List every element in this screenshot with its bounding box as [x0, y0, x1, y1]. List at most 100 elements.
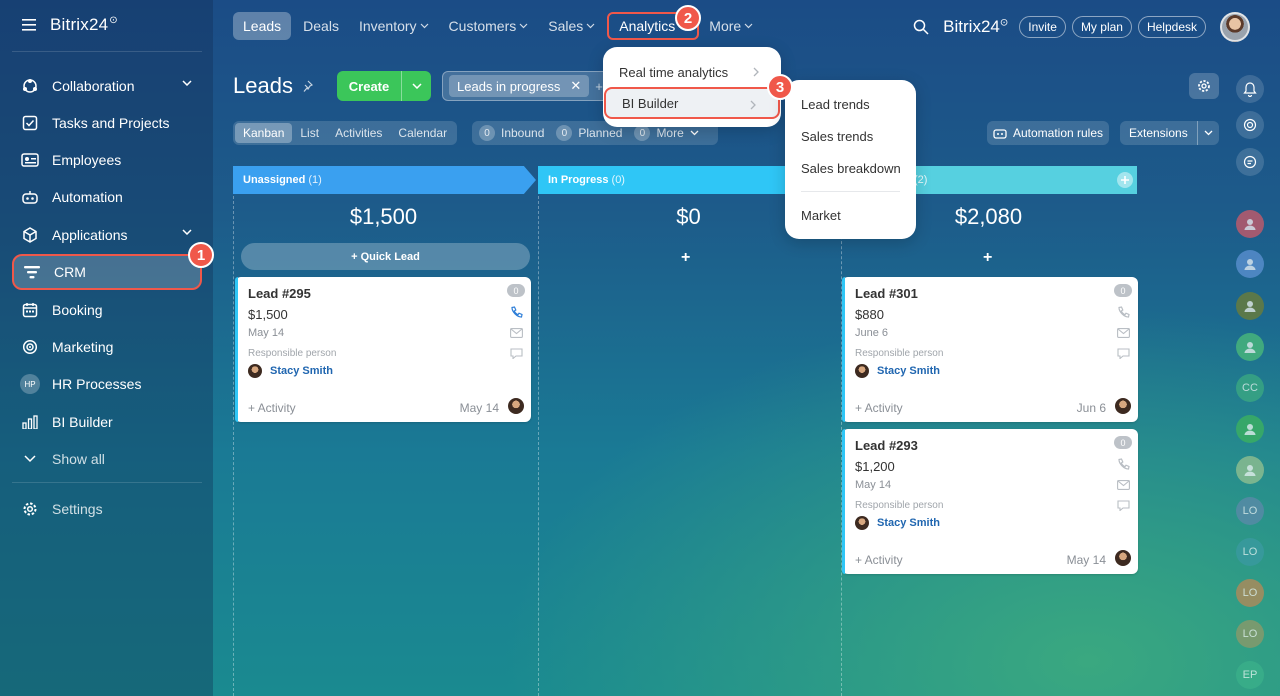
rail-avatar[interactable] [1236, 333, 1264, 361]
sidebar-show-all[interactable]: Show all [12, 441, 202, 477]
create-button[interactable]: Create [337, 71, 431, 101]
chat-icon[interactable] [1117, 348, 1130, 359]
menu-icon[interactable] [22, 19, 36, 31]
rail-avatar[interactable] [1236, 250, 1264, 278]
add-activity-link[interactable]: + Activity [855, 401, 903, 415]
app-logo[interactable]: Bitrix24⊙ [50, 15, 118, 35]
counter-inbound[interactable]: 0 Inbound [479, 125, 544, 141]
tab-customers[interactable]: Customers [439, 12, 539, 40]
filter-chip[interactable]: Leads in progress ✕ [449, 75, 590, 97]
mail-icon[interactable] [1117, 480, 1130, 490]
settings-button[interactable] [1189, 73, 1219, 99]
mail-icon[interactable] [510, 328, 523, 338]
rail-avatar[interactable] [1236, 415, 1264, 443]
stage-header[interactable]: Unassigned (1) [233, 166, 536, 194]
helpdesk-button[interactable]: Helpdesk [1137, 16, 1206, 38]
close-icon[interactable]: ✕ [570, 78, 581, 94]
chevron-down-icon[interactable] [1197, 121, 1219, 145]
automation-rules-button[interactable]: Automation rules [987, 121, 1109, 145]
pin-icon[interactable] [301, 80, 313, 92]
counter-more[interactable]: 0 More [634, 125, 699, 141]
chevron-down-icon[interactable] [401, 71, 431, 101]
view-calendar[interactable]: Calendar [390, 123, 455, 143]
add-item-icon[interactable]: + [681, 249, 690, 267]
tab-leads[interactable]: Leads [233, 12, 292, 40]
view-activities[interactable]: Activities [327, 123, 390, 143]
rail-avatar[interactable]: LO [1236, 579, 1264, 607]
tab-inventory[interactable]: Inventory [349, 12, 439, 40]
menu-item-sales-breakdown[interactable]: Sales breakdown [785, 152, 916, 184]
mail-icon[interactable] [1117, 328, 1130, 338]
add-stage-icon[interactable] [1117, 172, 1133, 188]
lead-card[interactable]: Lead #293 $1,200 May 14 Responsible pers… [842, 429, 1138, 574]
card-stripe [842, 277, 845, 422]
tab-label: Inventory [358, 18, 417, 34]
filter-chip-label: Leads in progress [457, 78, 561, 94]
callout-1: 1 [188, 242, 214, 268]
my-plan-button[interactable]: My plan [1071, 16, 1132, 38]
chat-icon[interactable] [510, 348, 523, 359]
menu-item-real-time-analytics[interactable]: Real time analytics [603, 56, 781, 88]
counter-value: 0 [634, 125, 651, 141]
lead-card[interactable]: Lead #301 $880 June 6 Responsible person… [842, 277, 1138, 422]
sidebar-item-booking[interactable]: Booking [12, 292, 202, 328]
phone-icon[interactable] [1117, 458, 1130, 471]
lead-card[interactable]: Lead #295 $1,500 May 14 Responsible pers… [235, 277, 531, 422]
sidebar-item-automation[interactable]: Automation [12, 179, 202, 215]
counter-planned[interactable]: 0 Planned [556, 125, 622, 141]
rail-avatar[interactable]: EP [1236, 661, 1264, 689]
menu-item-market[interactable]: Market [785, 199, 916, 231]
rail-avatar[interactable] [1236, 456, 1264, 484]
menu-item-bi-builder[interactable]: BI Builder [604, 87, 780, 119]
card-title[interactable]: Lead #295 [248, 286, 311, 301]
tab-more[interactable]: More [699, 12, 763, 40]
tab-sales[interactable]: Sales [538, 12, 605, 40]
chevron-down-icon[interactable] [182, 229, 192, 235]
add-filter-icon[interactable]: + [595, 79, 603, 94]
invite-button[interactable]: Invite [1019, 16, 1066, 38]
rail-avatar[interactable] [1236, 210, 1264, 238]
card-title[interactable]: Lead #293 [855, 438, 918, 453]
sidebar-item-collaboration[interactable]: Collaboration [12, 68, 202, 104]
sidebar-item-bi-builder[interactable]: BI Builder [12, 404, 202, 440]
sidebar-item-hr-processes[interactable]: HP HR Processes [12, 366, 202, 402]
view-kanban[interactable]: Kanban [235, 123, 293, 143]
rail-avatar[interactable] [1236, 292, 1264, 320]
chat-icon[interactable] [1236, 148, 1264, 176]
phone-icon[interactable] [1117, 306, 1130, 319]
rail-avatar[interactable]: LO [1236, 620, 1264, 648]
extensions-button[interactable]: Extensions [1120, 121, 1219, 145]
stage-count: (1) [308, 174, 322, 186]
card-title[interactable]: Lead #301 [855, 286, 918, 301]
chevron-down-icon[interactable] [182, 80, 192, 86]
sidebar-item-employees[interactable]: Employees [12, 142, 202, 178]
view-list[interactable]: List [292, 123, 327, 143]
card-responsible[interactable]: Stacy Smith [855, 364, 940, 378]
add-activity-link[interactable]: + Activity [248, 401, 296, 415]
phone-icon[interactable] [510, 306, 523, 319]
sidebar-item-marketing[interactable]: Marketing [12, 329, 202, 365]
tab-deals[interactable]: Deals [293, 12, 349, 40]
rail-avatar[interactable]: LO [1236, 538, 1264, 566]
rail-avatar[interactable]: LO [1236, 497, 1264, 525]
card-responsible[interactable]: Stacy Smith [855, 516, 940, 530]
add-activity-link[interactable]: + Activity [855, 553, 903, 567]
search-icon[interactable] [913, 19, 929, 35]
menu-item-label: Real time analytics [619, 64, 729, 80]
menu-item-lead-trends[interactable]: Lead trends [785, 88, 916, 120]
sidebar-item-crm[interactable]: CRM [12, 254, 202, 290]
quick-lead-button[interactable]: + Quick Lead [241, 243, 530, 270]
chart-icon [1243, 463, 1257, 477]
add-item-icon[interactable]: + [983, 249, 992, 267]
user-avatar[interactable] [1220, 12, 1250, 42]
copilot-icon[interactable] [1236, 111, 1264, 139]
rail-avatar[interactable]: CC [1236, 374, 1264, 402]
sidebar-item-settings[interactable]: Settings [12, 491, 202, 527]
card-responsible[interactable]: Stacy Smith [248, 364, 333, 378]
sidebar-item-tasks[interactable]: Tasks and Projects [12, 105, 202, 141]
chat-icon[interactable] [1117, 500, 1130, 511]
filter-search-box[interactable]: Leads in progress ✕ + [442, 71, 622, 101]
menu-item-sales-trends[interactable]: Sales trends [785, 120, 916, 152]
bell-icon[interactable] [1236, 75, 1264, 103]
sidebar-item-applications[interactable]: Applications [12, 217, 202, 253]
